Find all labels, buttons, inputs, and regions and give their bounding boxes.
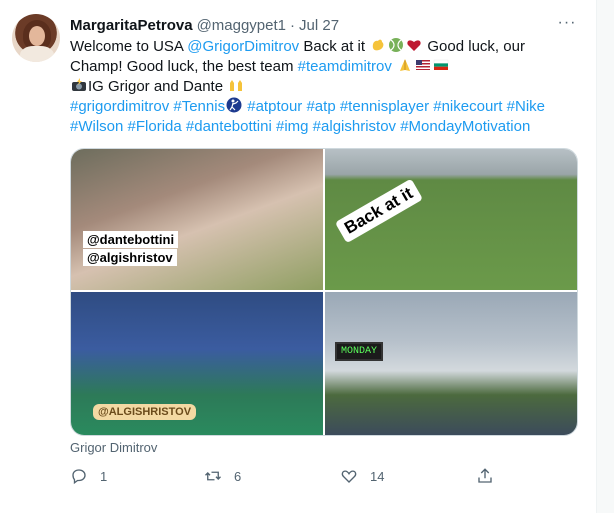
text-segment: IG Grigor and Dante bbox=[88, 78, 224, 95]
media-photo-3[interactable]: @ALGISHRISTOV bbox=[71, 292, 323, 435]
hashtag-link[interactable]: #img bbox=[276, 118, 309, 135]
text-segment: Back at it bbox=[299, 38, 370, 55]
retweet-button[interactable]: 6 bbox=[204, 466, 241, 486]
tennis-player-emoji bbox=[226, 97, 242, 113]
reply-button[interactable]: 1 bbox=[70, 466, 107, 486]
share-icon bbox=[478, 468, 492, 483]
reply-icon bbox=[72, 469, 86, 485]
media-photo-1[interactable]: @dantebottini @algishristov bbox=[71, 149, 323, 290]
hashtag-link[interactable]: #Nike bbox=[507, 98, 545, 115]
photo-tag: @dantebottini bbox=[83, 231, 179, 248]
retweet-icon bbox=[205, 471, 221, 481]
author-name[interactable]: MargaritaPetrova bbox=[70, 17, 193, 34]
text-line-3: IG Grigor and Dante bbox=[70, 77, 580, 97]
share-button[interactable] bbox=[476, 466, 494, 486]
mention-link[interactable]: @GrigorDimitrov bbox=[187, 38, 299, 55]
hashtag-link[interactable]: #Wilson bbox=[70, 118, 123, 135]
hashtag-link[interactable]: #Tennis bbox=[173, 98, 225, 115]
media-photo-2[interactable]: Back at it bbox=[325, 149, 577, 290]
like-count: 14 bbox=[370, 468, 385, 484]
tweet-actions: 1 6 14 bbox=[70, 466, 576, 486]
tennis-ball-emoji bbox=[389, 38, 404, 52]
author-handle[interactable]: @maggypet1 bbox=[197, 17, 286, 34]
text-segment: Welcome to USA bbox=[70, 38, 188, 55]
tweet-card[interactable]: MargaritaPetrova @maggypet1 · Jul 27 ···… bbox=[0, 0, 597, 513]
hashtag-link[interactable]: #nikecourt bbox=[433, 98, 502, 115]
hashtag-link[interactable]: #tennisplayer bbox=[340, 98, 429, 115]
like-icon bbox=[341, 470, 357, 483]
media-caption[interactable]: Grigor Dimitrov bbox=[70, 440, 157, 455]
text-line-4: #grigordimitrov #Tennis #atptour #atp #t… bbox=[70, 97, 580, 117]
reply-count: 1 bbox=[100, 468, 108, 484]
text-segment: Champ! Good luck, the best team bbox=[70, 58, 298, 75]
text-segment: Good luck, our bbox=[423, 38, 525, 55]
text-line-5: #Wilson #Florida #dantebottini #img #alg… bbox=[70, 117, 580, 137]
hashtag-link[interactable]: #algishristov bbox=[313, 118, 396, 135]
raising-hands-emoji bbox=[230, 80, 243, 91]
text-line-1: Welcome to USA @GrigorDimitrov Back at i… bbox=[70, 37, 580, 57]
tweet-text: Welcome to USA @GrigorDimitrov Back at i… bbox=[70, 37, 580, 137]
hashtag-link[interactable]: #dantebottini bbox=[186, 118, 272, 135]
retweet-count: 6 bbox=[234, 468, 242, 484]
hashtag-link[interactable]: #MondayMotivation bbox=[400, 118, 530, 135]
photo-tag: @ALGISHRISTOV bbox=[93, 404, 197, 420]
hashtag-link[interactable]: #atp bbox=[306, 98, 335, 115]
camera-flash-emoji bbox=[72, 78, 86, 91]
media-grid: @dantebottini @algishristov Back at it @… bbox=[70, 148, 578, 436]
photo-sign: MONDAY bbox=[335, 342, 384, 361]
us-flag-emoji bbox=[416, 60, 430, 70]
media-photo-4[interactable]: MONDAY bbox=[325, 292, 577, 435]
tweet-header: MargaritaPetrova @maggypet1 · Jul 27 bbox=[70, 15, 339, 35]
hashtag-link[interactable]: #Florida bbox=[128, 118, 182, 135]
hashtag-link[interactable]: #grigordimitrov bbox=[70, 98, 169, 115]
avatar[interactable] bbox=[12, 14, 60, 62]
dot-separator: · bbox=[290, 16, 296, 34]
text-line-2: Champ! Good luck, the best team #teamdim… bbox=[70, 57, 580, 77]
like-button[interactable]: 14 bbox=[340, 466, 384, 486]
photo-sticker: Back at it bbox=[334, 178, 423, 244]
hashtag-link[interactable]: #atptour bbox=[247, 98, 302, 115]
tweet-date[interactable]: Jul 27 bbox=[299, 17, 339, 34]
red-heart-emoji bbox=[407, 40, 421, 51]
photo-tag: @algishristov bbox=[83, 249, 177, 266]
hashtag-link[interactable]: #teamdimitrov bbox=[298, 58, 392, 75]
flexed-biceps-emoji bbox=[373, 39, 384, 51]
bulgaria-flag-emoji bbox=[433, 59, 449, 70]
more-icon[interactable]: ··· bbox=[556, 14, 578, 31]
folded-hands-emoji bbox=[400, 59, 410, 71]
